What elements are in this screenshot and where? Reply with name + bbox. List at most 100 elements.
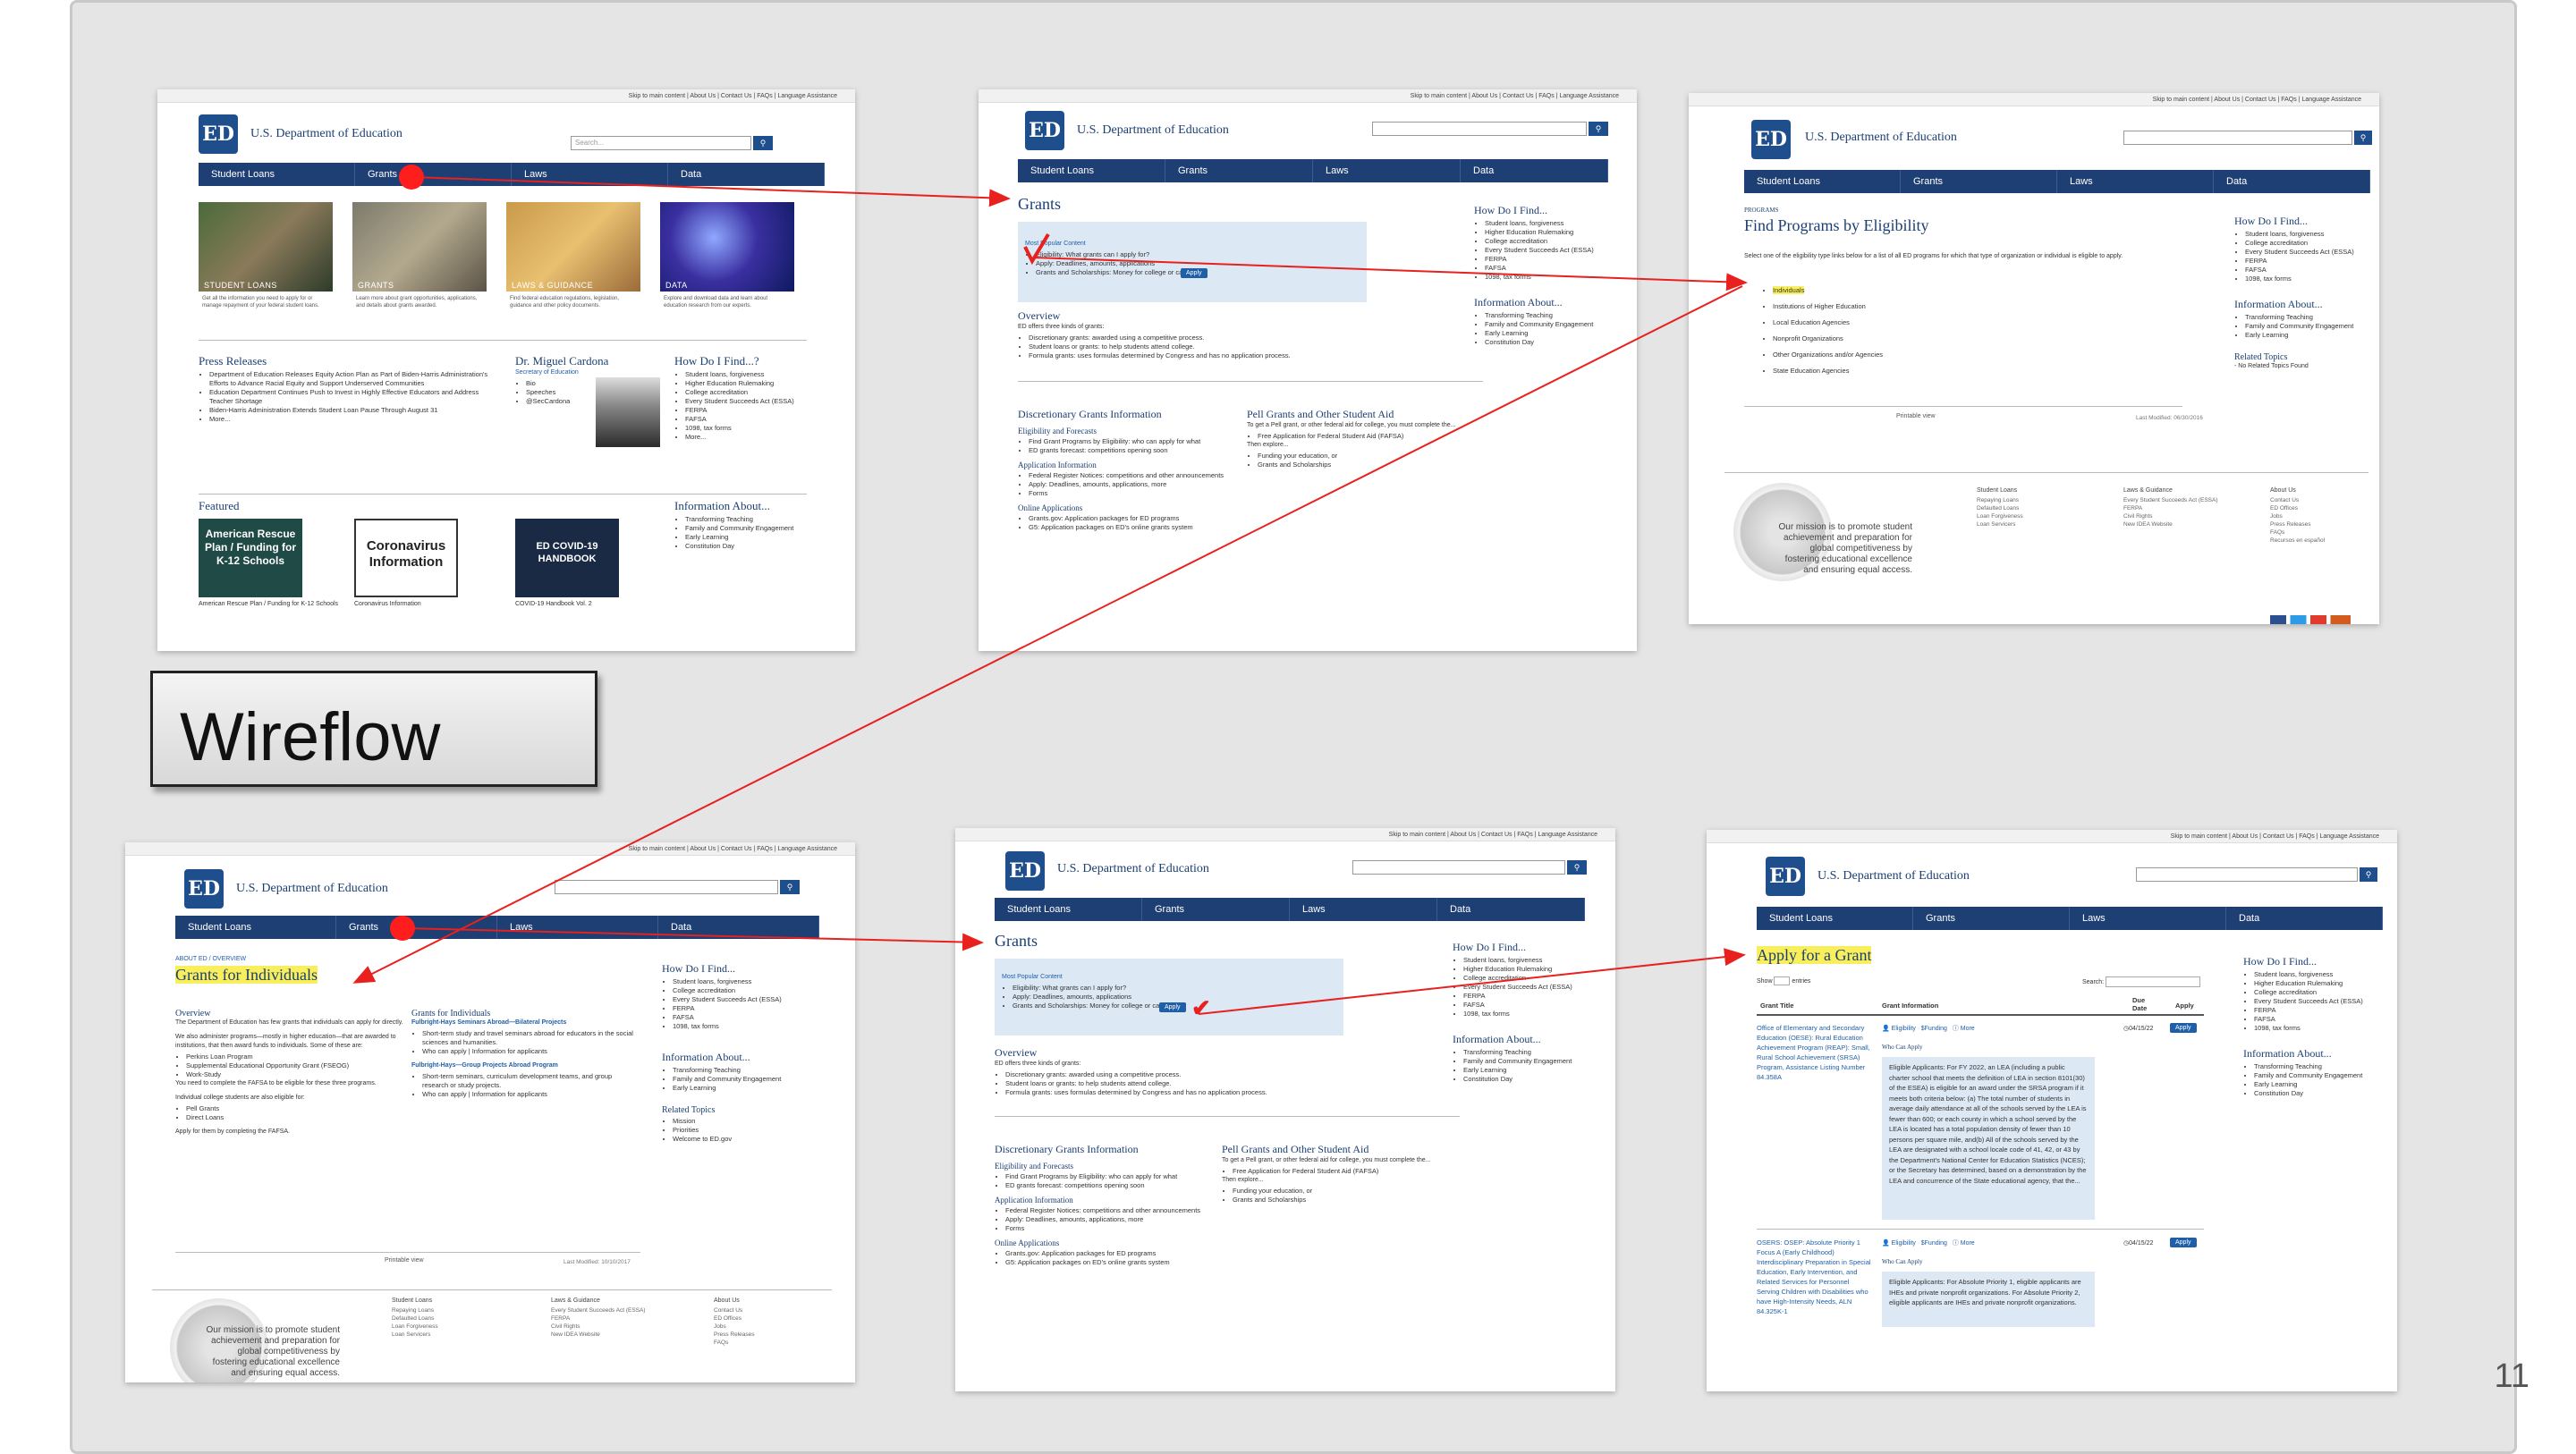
explore-link[interactable]: Funding your education, or bbox=[1258, 452, 1470, 461]
info-item[interactable]: Family and Community Engagement bbox=[2254, 1071, 2386, 1080]
howdo-item[interactable]: FAFSA bbox=[2254, 1015, 2386, 1024]
howdo-item[interactable]: Every Student Succeeds Act (ESSA) bbox=[1463, 983, 1605, 992]
howdo-item[interactable]: College accreditation bbox=[2245, 239, 2368, 248]
nav-data[interactable]: Data bbox=[2214, 170, 2370, 193]
info-item[interactable]: Constitution Day bbox=[2254, 1089, 2386, 1098]
ed-logo-icon[interactable]: ED bbox=[199, 114, 238, 154]
eligibility-individuals-link[interactable]: Individuals bbox=[1773, 286, 2148, 295]
footer-link[interactable]: ED Offices bbox=[714, 1315, 821, 1323]
howdo-item[interactable]: FERPA bbox=[1463, 992, 1605, 1001]
nav-data[interactable]: Data bbox=[1461, 159, 1608, 182]
info-item[interactable]: Transforming Teaching bbox=[1485, 311, 1626, 320]
grant-title-link[interactable]: OSERS: OSEP: Absolute Priority 1 Focus A… bbox=[1757, 1238, 1871, 1316]
howdo-item[interactable]: 1098, tax forms bbox=[1463, 1010, 1605, 1019]
online-link[interactable]: Grants.gov: Application packages for ED … bbox=[1029, 514, 1241, 523]
ed-logo-icon[interactable]: ED bbox=[1005, 851, 1045, 891]
printable-view-link[interactable]: Printable view bbox=[385, 1257, 424, 1264]
footer-col-title[interactable]: Laws & Guidance bbox=[551, 1297, 685, 1305]
howdo-item[interactable]: FERPA bbox=[685, 406, 835, 415]
site-name[interactable]: U.S. Department of Education bbox=[1818, 869, 1970, 883]
site-name[interactable]: U.S. Department of Education bbox=[1805, 131, 1957, 145]
featured-caption[interactable]: Coronavirus Information bbox=[354, 601, 421, 607]
howdo-item[interactable]: Higher Education Rulemaking bbox=[685, 379, 835, 388]
nav-data[interactable]: Data bbox=[1437, 898, 1585, 921]
appinfo-link[interactable]: Federal Register Notices: competitions a… bbox=[1005, 1206, 1218, 1215]
fafsa-link[interactable]: Free Application for Federal Student Aid… bbox=[1258, 432, 1470, 441]
howdo-item[interactable]: Every Student Succeeds Act (ESSA) bbox=[685, 397, 835, 406]
howdo-item[interactable]: Student loans, forgiveness bbox=[2245, 230, 2368, 239]
press-more-link[interactable]: More... bbox=[209, 415, 494, 424]
footer-link[interactable]: Loan Forgiveness bbox=[1977, 512, 2111, 520]
col-grant-info[interactable]: Grant Information bbox=[1882, 1002, 1938, 1010]
direct-loans-link[interactable]: Direct Loans bbox=[186, 1113, 404, 1122]
info-item[interactable]: Early Learning bbox=[2254, 1080, 2386, 1089]
footer-link[interactable]: Press Releases bbox=[2270, 520, 2368, 528]
howdo-item[interactable]: Every Student Succeeds Act (ESSA) bbox=[1485, 246, 1626, 255]
info-item[interactable]: Early Learning bbox=[1463, 1066, 1605, 1075]
tile-laws-guidance[interactable]: LAWS & GUIDANCE Find federal education r… bbox=[506, 202, 640, 336]
popular-eligibility-link[interactable]: Eligibility: What grants can I apply for… bbox=[1013, 984, 1342, 993]
nav-laws[interactable]: Laws bbox=[2070, 907, 2226, 930]
info-item[interactable]: Constitution Day bbox=[1485, 338, 1626, 347]
search-input[interactable] bbox=[555, 880, 778, 894]
search-input[interactable] bbox=[1372, 122, 1587, 136]
social-icons[interactable] bbox=[2270, 615, 2351, 624]
nav-grants[interactable]: Grants bbox=[1913, 907, 2070, 930]
howdo-item[interactable]: FAFSA bbox=[1463, 1001, 1605, 1010]
press-item[interactable]: Department of Education Releases Equity … bbox=[209, 370, 494, 388]
explore-link[interactable]: Grants and Scholarships bbox=[1258, 461, 1470, 469]
eligibility-link[interactable]: Nonprofit Organizations bbox=[1773, 334, 2148, 343]
program-title[interactable]: Fulbright-Hays Seminars Abroad—Bilateral… bbox=[411, 1019, 639, 1027]
info-item[interactable]: Family and Community Engagement bbox=[1463, 1057, 1605, 1066]
explore-link[interactable]: Funding your education, or bbox=[1233, 1187, 1445, 1196]
eligibility-link[interactable]: State Education Agencies bbox=[1773, 367, 2148, 376]
howdo-item[interactable]: Every Student Succeeds Act (ESSA) bbox=[2254, 997, 2386, 1006]
info-item[interactable]: Family and Community Engagement bbox=[1485, 320, 1626, 329]
howdo-item[interactable]: College accreditation bbox=[673, 986, 832, 995]
howdo-item[interactable]: College accreditation bbox=[1485, 237, 1626, 246]
site-name[interactable]: U.S. Department of Education bbox=[250, 127, 402, 141]
info-item[interactable]: Family and Community Engagement bbox=[673, 1075, 832, 1084]
appinfo-link[interactable]: Forms bbox=[1005, 1224, 1218, 1233]
related-link[interactable]: Mission bbox=[673, 1117, 832, 1126]
nav-laws[interactable]: Laws bbox=[1290, 898, 1437, 921]
eligibility-link[interactable]: Other Organizations and/or Agencies bbox=[1773, 351, 2148, 359]
featured-coronavirus[interactable]: Coronavirus Information bbox=[354, 519, 458, 597]
footer-link[interactable]: Loan Servicers bbox=[392, 1331, 526, 1339]
info-item[interactable]: Transforming Teaching bbox=[1463, 1048, 1605, 1057]
related-link[interactable]: Priorities bbox=[673, 1126, 832, 1135]
howdo-item[interactable]: FAFSA bbox=[1485, 264, 1626, 273]
nav-laws[interactable]: Laws bbox=[497, 916, 658, 939]
search-button[interactable]: ⚲ bbox=[2360, 867, 2377, 882]
featured-covid-handbook[interactable]: ED COVID-19 HANDBOOK bbox=[515, 519, 619, 597]
footer-link[interactable]: FAQs bbox=[2270, 528, 2368, 537]
utility-links[interactable]: Skip to main content | About Us | Contac… bbox=[2171, 833, 2379, 840]
table-search-input[interactable] bbox=[2106, 976, 2201, 987]
howdo-item[interactable]: Every Student Succeeds Act (ESSA) bbox=[673, 995, 832, 1004]
howdo-item[interactable]: College accreditation bbox=[2254, 988, 2386, 997]
howdo-item[interactable]: Student loans, forgiveness bbox=[1463, 956, 1605, 965]
howdo-item[interactable]: 1098, tax forms bbox=[2245, 275, 2368, 283]
info-item[interactable]: Transforming Teaching bbox=[673, 1066, 832, 1075]
info-item[interactable]: Constitution Day bbox=[1463, 1075, 1605, 1084]
ed-logo-icon[interactable]: ED bbox=[184, 869, 224, 909]
elig-link[interactable]: Find Grant Programs by Eligibility: who … bbox=[1029, 437, 1241, 446]
col-due-date[interactable]: Due Date bbox=[2132, 996, 2154, 1012]
footer-col-title[interactable]: About Us bbox=[714, 1297, 821, 1305]
tile-data[interactable]: DATA Explore and download data and learn… bbox=[660, 202, 794, 336]
nav-data[interactable]: Data bbox=[658, 916, 819, 939]
footer-link[interactable]: Loan Servicers bbox=[1977, 520, 2111, 528]
footer-link[interactable]: Jobs bbox=[714, 1323, 821, 1331]
howdo-item[interactable]: FERPA bbox=[2254, 1006, 2386, 1015]
footer-link[interactable]: Press Releases bbox=[714, 1331, 821, 1339]
nav-student-loans[interactable]: Student Loans bbox=[199, 163, 355, 186]
nav-student-loans[interactable]: Student Loans bbox=[1018, 159, 1165, 182]
eligibility-link[interactable]: 👤 Eligibility bbox=[1882, 1026, 1916, 1032]
footer-link[interactable]: Loan Forgiveness bbox=[392, 1323, 526, 1331]
info-item[interactable]: Family and Community Engagement bbox=[2245, 322, 2368, 331]
program-title[interactable]: Fulbright-Hays—Group Projects Abroad Pro… bbox=[411, 1061, 639, 1070]
tile-student-loans[interactable]: STUDENT LOANS Get all the information yo… bbox=[199, 202, 333, 336]
footer-link[interactable]: FERPA bbox=[551, 1315, 685, 1323]
secretary-name[interactable]: Dr. Miguel Cardona bbox=[515, 354, 667, 368]
howdo-item[interactable]: 1098, tax forms bbox=[2254, 1024, 2386, 1033]
